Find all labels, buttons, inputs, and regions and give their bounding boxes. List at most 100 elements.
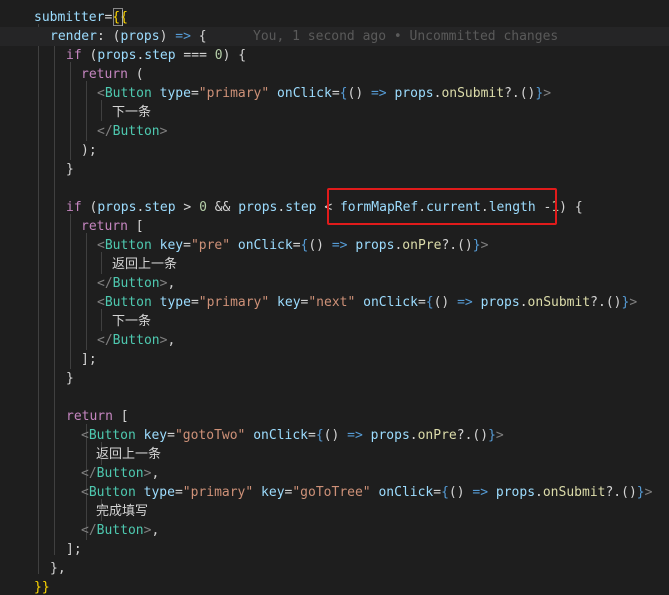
code-line[interactable]: 完成填写 [0,502,669,521]
code-line[interactable]: 返回上一条 [0,445,669,464]
code-line-text: return [ [66,407,129,426]
code-line[interactable]: ]; [0,540,669,559]
code-token: ?.() [441,238,473,253]
code-token: 返回上一条 [96,447,162,462]
code-editor[interactable]: submitter={{render: (props) => {You, 1 s… [0,0,669,595]
code-line[interactable]: } [0,160,669,179]
code-token: = [190,86,199,101]
code-token: ?.() [504,86,536,101]
code-token: props [394,86,434,101]
code-line[interactable]: <Button type="primary" key="goToTree" on… [0,483,669,502]
code-line-text: }} [34,578,50,595]
code-token: : ( [96,29,121,44]
code-line[interactable]: <Button type="primary" onClick={() => pr… [0,84,669,103]
code-line[interactable]: </Button>, [0,464,669,483]
code-line[interactable]: 返回上一条 [0,255,669,274]
code-token: = [167,428,175,443]
code-token: , [151,523,160,538]
code-token: ); [81,143,97,158]
code-line-text: 返回上一条 [112,255,177,274]
code-token: 下一条 [112,314,152,329]
code-line-text: </Button>, [81,521,159,540]
code-token: = [183,238,191,253]
code-line-text: render: (props) => { [50,27,207,46]
code-token: "primary" [198,86,270,101]
code-line-text: </Button>, [97,331,175,350]
code-token: 0 [214,48,223,63]
code-line[interactable]: }} [0,578,669,595]
code-token: onClick [378,485,434,500]
code-token: step [144,48,176,63]
code-token: , [151,466,160,481]
annotation-highlight-box [327,188,557,225]
code-token: Button [88,485,136,500]
code-line[interactable]: }, [0,559,669,578]
code-line[interactable]: <Button key="pre" onClick={() => props.o… [0,236,669,255]
code-token: props [97,48,137,63]
code-token: < [97,238,105,253]
code-line[interactable]: } [0,369,669,388]
code-token: onPre [402,238,442,253]
code-line[interactable]: 下一条 [0,103,669,122]
code-line[interactable]: return [ [0,407,669,426]
code-line[interactable]: </Button>, [0,521,669,540]
code-token: [ [112,409,129,424]
code-line[interactable]: </Button>, [0,331,669,350]
code-token: props [480,295,520,310]
code-line-text: }, [50,559,66,578]
code-line[interactable]: ); [0,141,669,160]
code-token: onSubmit [542,485,606,500]
code-line[interactable]: render: (props) => {You, 1 second ago • … [0,27,669,46]
code-token: onSubmit [441,86,505,101]
code-token: ?.() [456,428,489,443]
code-token: </ [97,276,113,291]
code-token: type [159,86,191,101]
code-token: < [81,428,89,443]
code-line[interactable]: return ( [0,65,669,84]
code-token: return [66,409,113,424]
code-token: ( [81,200,98,215]
code-token: Button [104,295,152,310]
code-token: = [190,295,199,310]
code-token: } [636,485,645,500]
code-token: onPre [417,428,457,443]
code-line[interactable]: </Button> [0,122,669,141]
code-line[interactable]: ]; [0,350,669,369]
code-token: > [495,428,504,443]
code-line-text: ]; [81,350,97,369]
code-token: render [50,29,97,44]
code-line-text: </Button>, [81,464,159,483]
code-token: key [143,428,168,443]
code-token: "primary" [182,485,254,500]
code-token: 返回上一条 [112,257,178,272]
code-token: if [66,200,82,215]
code-token: () [323,428,348,443]
code-token: type [143,485,175,500]
code-token: Button [112,276,160,291]
code-token: { [190,29,207,44]
code-token: onSubmit [527,295,591,310]
code-line-text: </Button>, [97,274,175,293]
code-line[interactable]: <Button key="gotoTwo" onClick={() => pro… [0,426,669,445]
code-token: [ [127,219,144,234]
code-line[interactable]: submitter={{ [0,8,669,27]
code-token: => [370,86,387,101]
code-line[interactable]: 下一条 [0,312,669,331]
code-line-text: 完成填写 [96,502,148,521]
code-token: . [409,428,418,443]
code-token: < [81,485,89,500]
code-token: Button [112,333,160,348]
code-line[interactable]: if (props.step === 0) { [0,46,669,65]
code-token: () [308,238,332,253]
code-token: step [144,200,176,215]
code-token: () [448,485,473,500]
code-line[interactable] [0,388,669,407]
code-token: > [644,485,653,500]
code-line[interactable]: </Button>, [0,274,669,293]
code-line[interactable]: <Button type="primary" key="next" onClic… [0,293,669,312]
